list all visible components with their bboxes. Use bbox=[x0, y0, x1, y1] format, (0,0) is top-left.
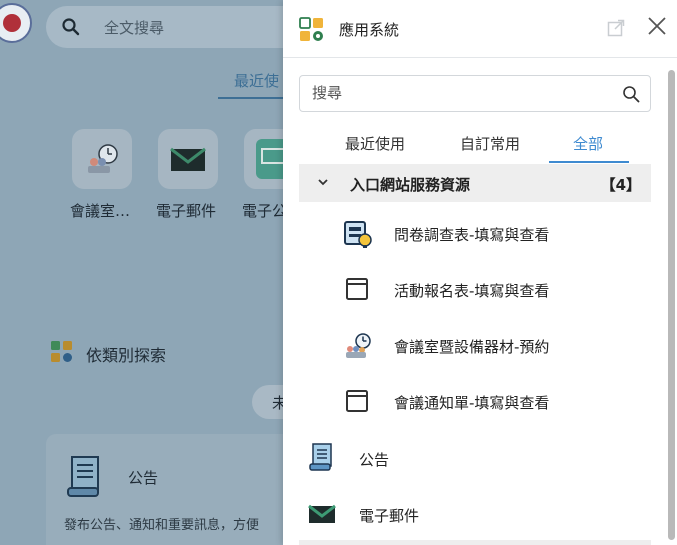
school-logo bbox=[0, 3, 32, 43]
chevron-down-icon bbox=[318, 179, 328, 186]
app-grid-icon bbox=[299, 17, 323, 41]
bg-app-meeting-room[interactable] bbox=[72, 129, 132, 189]
applications-panel: 應用系統 最近使用 自訂常用 全部 入口網站服務資源 【4】 bbox=[283, 0, 677, 545]
panel-title: 應用系統 bbox=[339, 21, 400, 39]
meeting-room-icon bbox=[88, 144, 118, 173]
tab-all[interactable]: 全部 bbox=[573, 133, 603, 154]
app-grid-icon bbox=[51, 341, 72, 362]
list-item-email[interactable]: 電子郵件 bbox=[283, 486, 677, 542]
list-item-announcement[interactable]: 公告 bbox=[283, 430, 677, 486]
bg-card-title: 公告 bbox=[128, 469, 159, 487]
panel-scrollbar[interactable] bbox=[668, 70, 675, 540]
window-icon bbox=[346, 390, 368, 412]
window-icon bbox=[346, 278, 368, 300]
active-tab-underline bbox=[549, 161, 629, 163]
list-item-label: 問卷調查表-填寫與查看 bbox=[394, 226, 550, 244]
email-icon bbox=[308, 504, 336, 523]
browse-by-category-title: 依類別探索 bbox=[86, 346, 167, 365]
email-icon bbox=[170, 147, 206, 171]
section-header-portal-services[interactable]: 入口網站服務資源 【4】 bbox=[299, 164, 651, 202]
list-item-label: 電子郵件 bbox=[359, 507, 420, 525]
bg-tab-underline bbox=[218, 97, 288, 99]
app-search-box bbox=[299, 75, 651, 112]
tab-recent[interactable]: 最近使用 bbox=[345, 133, 405, 154]
list-item-label: 活動報名表-填寫與查看 bbox=[394, 282, 550, 300]
section-title: 入口網站服務資源 bbox=[350, 176, 471, 194]
list-item-meeting-notice[interactable]: 會議通知單-填寫與查看 bbox=[283, 374, 677, 430]
section-count-badge: 【4】 bbox=[600, 176, 641, 194]
list-item-label: 會議通知單-填寫與查看 bbox=[394, 394, 550, 412]
panel-header: 應用系統 bbox=[283, 0, 677, 58]
next-section-header-edge bbox=[299, 540, 651, 545]
tab-favorites[interactable]: 自訂常用 bbox=[460, 133, 520, 154]
bg-app-email[interactable] bbox=[158, 129, 218, 189]
list-item-meeting-room[interactable]: 會議室暨設備器材-預約 bbox=[283, 318, 677, 374]
meeting-room-icon bbox=[346, 333, 371, 358]
app-search-input[interactable] bbox=[312, 84, 612, 102]
fulltext-search-placeholder: 全文搜尋 bbox=[104, 19, 165, 37]
bg-app-label-monitor: 電子公 bbox=[242, 202, 288, 220]
bg-app-label-meeting: 會議室… bbox=[70, 202, 131, 220]
list-item-label: 會議室暨設備器材-預約 bbox=[394, 338, 550, 356]
list-item-event-registration[interactable]: 活動報名表-填寫與查看 bbox=[283, 262, 677, 318]
announcement-scroll-icon bbox=[67, 456, 99, 497]
bg-tab-recent[interactable]: 最近使 bbox=[234, 70, 279, 91]
bg-card-description: 發布公告、通知和重要訊息，方便 bbox=[64, 518, 260, 533]
list-item-survey[interactable]: 問卷調查表-填寫與查看 bbox=[283, 206, 677, 262]
search-icon bbox=[62, 18, 80, 36]
panel-tabs: 最近使用 自訂常用 全部 bbox=[283, 124, 677, 164]
announcement-scroll-icon bbox=[309, 443, 332, 471]
open-external-icon[interactable] bbox=[607, 19, 625, 37]
close-icon[interactable] bbox=[645, 14, 669, 38]
bg-app-label-email: 電子郵件 bbox=[156, 202, 217, 220]
survey-icon bbox=[344, 221, 372, 248]
list-item-label: 公告 bbox=[359, 451, 390, 469]
search-icon[interactable] bbox=[622, 85, 640, 103]
